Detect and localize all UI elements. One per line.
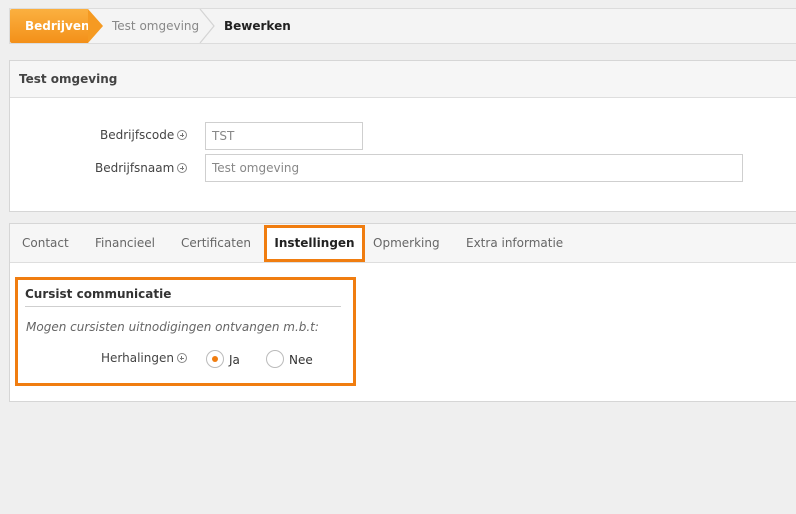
bedrijfsnaam-label-text: Bedrijfsnaam: [95, 161, 175, 175]
herhalingen-label-text: Herhalingen: [101, 351, 174, 365]
plus-circle-icon[interactable]: [177, 130, 188, 140]
tab-financieel[interactable]: Financieel: [95, 224, 155, 262]
company-panel-title: Test omgeving: [10, 61, 796, 98]
tabs-panel: Contact Financieel Certificaten Instelli…: [9, 223, 796, 402]
cursist-communicatie-section: Cursist communicatie Mogen cursisten uit…: [15, 277, 356, 386]
tab-instellingen[interactable]: Instellingen: [264, 225, 365, 262]
breadcrumb-item-bedrijven[interactable]: Bedrijven: [10, 9, 90, 43]
tab-bar: Contact Financieel Certificaten Instelli…: [10, 224, 796, 263]
radio-ja[interactable]: [206, 350, 224, 368]
bedrijfscode-label: Bedrijfscode: [100, 128, 188, 142]
section-description: Mogen cursisten uitnodigingen ontvangen …: [26, 320, 319, 334]
radio-selected-dot: [212, 356, 218, 362]
chevron-right-icon: [199, 9, 215, 43]
tab-extra-informatie[interactable]: Extra informatie: [466, 224, 563, 262]
radio-ja-label[interactable]: Ja: [229, 353, 240, 367]
bedrijfsnaam-input[interactable]: Test omgeving: [205, 154, 743, 182]
radio-nee-label[interactable]: Nee: [289, 353, 313, 367]
breadcrumb-item-test-omgeving[interactable]: Test omgeving: [112, 9, 199, 43]
section-title: Cursist communicatie: [25, 287, 341, 307]
breadcrumb-item-bewerken: Bewerken: [224, 19, 291, 33]
herhalingen-label: Herhalingen: [101, 351, 187, 365]
breadcrumb: Bedrijven Test omgeving Bewerken: [9, 8, 796, 44]
bedrijfsnaam-label: Bedrijfsnaam: [95, 161, 188, 175]
plus-circle-icon[interactable]: [176, 353, 187, 363]
radio-nee[interactable]: [266, 350, 284, 368]
bedrijfscode-input[interactable]: TST: [205, 122, 363, 150]
tab-certificaten[interactable]: Certificaten: [181, 224, 251, 262]
plus-circle-icon[interactable]: [177, 163, 188, 173]
company-panel: Test omgeving Bedrijfscode TST Bedrijfsn…: [9, 60, 796, 212]
tab-opmerking[interactable]: Opmerking: [373, 224, 440, 262]
breadcrumb-arrow: [88, 9, 103, 43]
bedrijfscode-label-text: Bedrijfscode: [100, 128, 175, 142]
tab-contact[interactable]: Contact: [22, 224, 69, 262]
